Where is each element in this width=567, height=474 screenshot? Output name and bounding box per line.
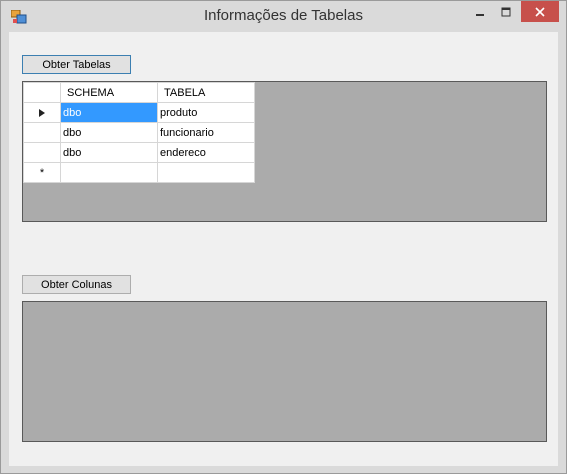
columns-data-grid[interactable] — [22, 301, 547, 442]
close-button[interactable] — [521, 1, 559, 22]
minimize-button[interactable] — [467, 1, 493, 22]
obter-colunas-button[interactable]: Obter Colunas — [22, 275, 131, 294]
tabela-cell[interactable]: funcionario — [157, 122, 255, 143]
minimize-icon — [476, 13, 484, 16]
tabela-cell-new[interactable] — [157, 162, 255, 183]
table-row[interactable]: dbo funcionario — [23, 122, 255, 143]
schema-cell[interactable]: dbo — [60, 142, 158, 163]
maximize-icon — [501, 7, 511, 16]
tabela-cell[interactable]: produto — [157, 102, 255, 123]
table-row[interactable]: dbo produto — [23, 102, 255, 123]
new-row[interactable]: * — [23, 162, 255, 183]
column-header-schema[interactable]: SCHEMA — [60, 82, 158, 103]
tabela-cell[interactable]: endereco — [157, 142, 255, 163]
row-header[interactable] — [23, 142, 61, 163]
row-header[interactable] — [23, 102, 61, 123]
close-icon — [535, 6, 545, 17]
schema-cell[interactable]: dbo — [60, 102, 158, 123]
current-row-arrow-icon — [39, 108, 45, 117]
obter-tabelas-button[interactable]: Obter Tabelas — [22, 55, 131, 74]
tables-data-grid[interactable]: SCHEMA TABELA dbo produto dbo funcionari — [22, 81, 547, 222]
tables-grid-table: SCHEMA TABELA dbo produto dbo funcionari — [23, 82, 255, 183]
row-header[interactable] — [23, 122, 61, 143]
header-row: SCHEMA TABELA — [23, 82, 255, 103]
maximize-button[interactable] — [493, 1, 519, 22]
schema-cell[interactable]: dbo — [60, 122, 158, 143]
column-header-tabela[interactable]: TABELA — [157, 82, 255, 103]
form-client-area: Obter Tabelas SCHEMA TABELA dbo produto — [9, 32, 558, 466]
main-window: Informações de Tabelas Obter Tabelas SCH… — [0, 0, 567, 474]
table-row[interactable]: dbo endereco — [23, 142, 255, 163]
new-row-marker: * — [39, 166, 45, 179]
schema-cell-new[interactable] — [60, 162, 158, 183]
new-row-header[interactable]: * — [23, 162, 61, 183]
grid-corner-header[interactable] — [23, 82, 61, 103]
title-bar[interactable]: Informações de Tabelas — [1, 1, 566, 31]
